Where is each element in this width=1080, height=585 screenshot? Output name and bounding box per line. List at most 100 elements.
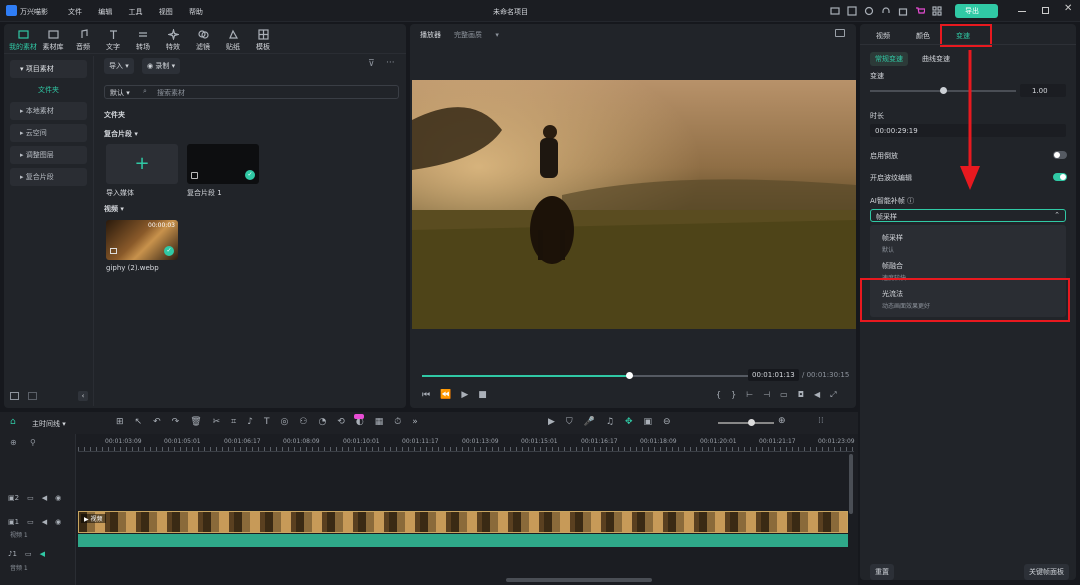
pip-icon[interactable]: ▣ — [644, 417, 653, 427]
ripple-edit-toggle[interactable] — [1053, 173, 1067, 181]
menu-help[interactable]: 帮助 — [189, 8, 203, 16]
ai-tool-icon[interactable]: ⚇ — [299, 417, 307, 427]
save-icon[interactable] — [847, 6, 857, 16]
snap-icon[interactable]: ✥ — [625, 417, 633, 427]
text-tool-icon[interactable]: T — [264, 417, 270, 427]
speed-tool-icon[interactable]: ◔ — [318, 417, 326, 427]
horizontal-scrollbar[interactable] — [506, 578, 652, 582]
mark-out-icon[interactable]: } — [731, 390, 736, 400]
mark-in-icon[interactable]: { — [716, 390, 721, 400]
tab-sticker[interactable]: 贴纸 — [218, 29, 248, 52]
zoom-handle[interactable] — [748, 419, 755, 426]
zoom-out-icon[interactable]: ⊖ — [663, 417, 671, 427]
eye-icon[interactable]: ◉ — [55, 494, 61, 502]
progress-handle[interactable] — [626, 372, 633, 379]
more-tools-icon[interactable]: » — [412, 417, 418, 427]
layout-icon[interactable]: ⊞ — [116, 417, 124, 427]
audio-adjust-icon[interactable]: ♪ — [247, 417, 253, 427]
mute-icon[interactable]: ◀ — [42, 494, 47, 502]
select-icon[interactable]: ↖ — [135, 417, 143, 427]
folder-icon[interactable] — [28, 392, 37, 400]
subtab-curve-speed[interactable]: 曲线变速 — [922, 54, 950, 64]
timeline-ruler[interactable]: 00:01:03:09 00:01:05:01 00:01:06:17 00:0… — [78, 434, 855, 452]
menu-tools[interactable]: 工具 — [128, 8, 142, 16]
headset-icon[interactable] — [881, 6, 891, 16]
tab-filter[interactable]: 滤镜 — [188, 29, 218, 52]
mask-icon[interactable]: ◎ — [281, 417, 289, 427]
grid-view-icon[interactable]: ⁞⁞ — [818, 416, 824, 426]
grid-icon[interactable] — [932, 6, 942, 16]
insert-icon[interactable]: ⊢ — [746, 390, 753, 400]
delete-icon[interactable]: 🗑 — [190, 417, 201, 427]
timeline-name[interactable]: 主时间线 ▾ — [32, 419, 66, 429]
search-input[interactable]: 搜索素材 — [157, 88, 185, 98]
audio-mute-icon[interactable]: ◀ — [40, 550, 45, 558]
sidebar-item-local[interactable]: ▸ 本地素材 — [10, 102, 87, 120]
menu-file[interactable]: 文件 — [68, 8, 82, 16]
volume-icon[interactable]: ◀ — [814, 390, 820, 400]
redo-icon[interactable]: ↷ — [172, 417, 180, 427]
stop-icon[interactable]: ■ — [478, 390, 487, 400]
import-button[interactable]: 导入 ▾ — [104, 58, 134, 74]
video-clip[interactable]: ▶ 视频 — [78, 511, 848, 533]
tab-video[interactable]: 视频 — [876, 31, 890, 41]
link-icon[interactable]: ⚲ — [30, 438, 36, 447]
marker-icon[interactable]: ⛉ — [566, 417, 573, 427]
folder-track-icon[interactable]: ▭ — [27, 494, 34, 502]
crop-icon[interactable]: ⌗ — [231, 417, 236, 427]
zoom-in-icon[interactable]: ⊕ — [778, 416, 786, 426]
option-frame-sampling[interactable]: 帧采样 默认 — [882, 233, 903, 254]
minimize-icon[interactable] — [1018, 11, 1026, 12]
subtab-regular-speed[interactable]: 常规变速 — [870, 52, 908, 66]
mute-icon[interactable]: ◀ — [42, 518, 47, 526]
play-icon[interactable]: ▶ — [461, 390, 468, 400]
display-icon[interactable]: ▭ — [780, 390, 788, 400]
sidebar-item-adjust-layer[interactable]: ▸ 调整图层 — [10, 146, 87, 164]
frame-dropdown[interactable]: 帧采样 ⌃ — [870, 209, 1066, 222]
home-icon[interactable]: ⌂ — [10, 417, 16, 427]
menu-view[interactable]: 视图 — [159, 8, 173, 16]
tab-text[interactable]: 文字 — [98, 29, 128, 52]
timer-icon[interactable]: ⏱ — [394, 417, 401, 427]
render-icon[interactable]: ▶ — [548, 417, 555, 427]
monitor-icon[interactable] — [830, 6, 840, 16]
video-clip-thumbnail[interactable]: 00:00:03 ✓ — [106, 220, 178, 260]
export-button[interactable]: 导出 — [955, 4, 998, 18]
undo-icon[interactable]: ↶ — [153, 417, 161, 427]
tab-library[interactable]: 素材库 — [38, 29, 68, 52]
folder-track-icon[interactable]: ▭ — [27, 518, 34, 526]
filter-icon[interactable]: ⊽ — [368, 59, 375, 69]
cloud-icon[interactable] — [864, 6, 874, 16]
sidebar-item-compound[interactable]: ▸ 复合片段 — [10, 168, 87, 186]
tab-audio[interactable]: 音频 — [68, 29, 98, 52]
tab-template[interactable]: 模板 — [248, 29, 278, 52]
eye-icon[interactable]: ◉ — [55, 518, 61, 526]
new-folder-icon[interactable] — [10, 392, 19, 400]
audio-waveform-clip[interactable] — [78, 534, 848, 547]
cart-icon[interactable] — [915, 6, 925, 16]
tab-effects[interactable]: 特效 — [158, 29, 188, 52]
cut-icon[interactable]: ✂ — [213, 417, 221, 427]
overwrite-icon[interactable]: ⊣ — [763, 390, 770, 400]
record-button[interactable]: ◉ 录制 ▾ — [142, 58, 181, 74]
maximize-icon[interactable] — [1042, 7, 1049, 14]
split-audio-icon[interactable]: ♫ — [606, 417, 614, 427]
sort-dropdown[interactable]: 默认 ▾ — [110, 88, 130, 98]
more-icon[interactable]: ··· — [386, 58, 395, 68]
reverse-toggle[interactable] — [1053, 151, 1067, 159]
freeze-icon[interactable]: ▦ — [375, 417, 384, 427]
quality-dropdown[interactable]: 完整画质 ▾ — [454, 30, 499, 40]
folder-track-icon[interactable]: ▭ — [25, 550, 32, 558]
gift-icon[interactable] — [898, 6, 908, 16]
step-back-icon[interactable]: ⏪ — [440, 390, 451, 400]
fullscreen-icon[interactable]: ⤢ — [830, 390, 836, 400]
tab-color[interactable]: 颜色 — [916, 31, 930, 41]
tab-transition[interactable]: 转场 — [128, 29, 158, 52]
sidebar-item-folder[interactable]: 文件夹 — [4, 82, 93, 98]
close-icon[interactable]: ✕ — [1064, 3, 1072, 14]
add-track-icon[interactable]: ⊕ — [10, 438, 17, 447]
tab-my-media[interactable]: 我的素材 — [8, 29, 38, 52]
import-media-tile[interactable]: + — [106, 144, 178, 184]
sidebar-item-project-media[interactable]: ▾ 项目素材 — [10, 60, 87, 78]
menu-edit[interactable]: 编辑 — [98, 8, 112, 16]
